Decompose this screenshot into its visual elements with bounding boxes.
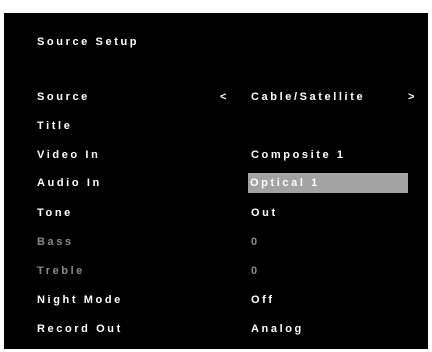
bass-value: 0 — [251, 236, 260, 248]
tone-label: Tone — [37, 207, 73, 219]
audio-in-label: Audio In — [37, 177, 102, 189]
chevron-left-icon[interactable]: < — [220, 90, 229, 104]
menu-row-bass: Bass 0 — [4, 232, 428, 252]
treble-label: Treble — [37, 265, 86, 277]
night-mode-label: Night Mode — [37, 294, 123, 306]
menu-row-record-out[interactable]: Record Out Analog — [4, 319, 428, 339]
menu-title: Source Setup — [37, 36, 140, 48]
source-label: Source — [37, 91, 90, 103]
menu-row-source[interactable]: Source < Cable/Satellite > — [4, 87, 428, 107]
video-in-label: Video In — [37, 149, 101, 161]
menu-row-treble: Treble 0 — [4, 261, 428, 281]
source-value: Cable/Satellite — [251, 91, 366, 103]
title-value — [249, 116, 251, 136]
menu-row-audio-in[interactable]: Audio In Optical 1 — [4, 173, 428, 193]
tone-value: Out — [251, 207, 278, 219]
chevron-right-icon[interactable]: > — [408, 90, 417, 104]
menu-row-tone[interactable]: Tone Out — [4, 203, 428, 223]
menu-row-video-in[interactable]: Video In Composite 1 — [4, 145, 428, 165]
audio-in-value-selected[interactable]: Optical 1 — [248, 173, 408, 193]
source-setup-screen: Source Setup Source < Cable/Satellite > … — [4, 13, 428, 349]
night-mode-value: Off — [251, 294, 275, 306]
bass-label: Bass — [37, 236, 74, 248]
menu-row-night-mode[interactable]: Night Mode Off — [4, 290, 428, 310]
video-in-value: Composite 1 — [251, 149, 346, 161]
menu-row-title[interactable]: Title — [4, 116, 428, 136]
record-out-label: Record Out — [37, 323, 123, 335]
title-label: Title — [37, 120, 73, 132]
treble-value: 0 — [251, 265, 260, 277]
record-out-value: Analog — [251, 323, 304, 335]
